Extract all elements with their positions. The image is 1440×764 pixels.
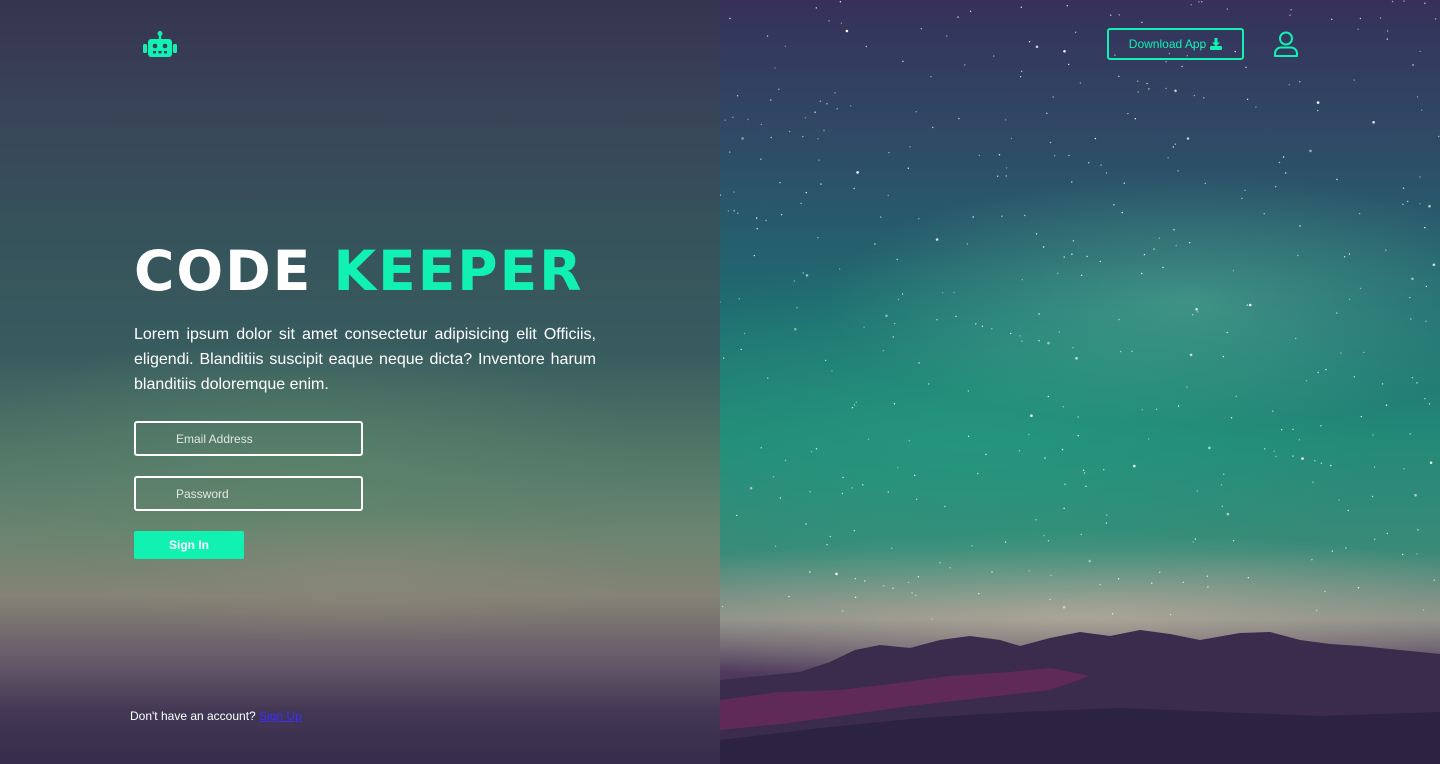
signup-prompt-text: Don't have an account? [130, 709, 256, 723]
hero-title: CODE KEEPER [134, 236, 584, 306]
starry-sky-background [720, 0, 1440, 764]
signup-prompt: Don't have an account? Sign Up [130, 709, 302, 723]
hero-title-part1: CODE [134, 239, 313, 303]
sign-in-button[interactable]: Sign In [134, 531, 244, 559]
download-app-label: Download App [1128, 37, 1207, 51]
header-actions: Download App [1107, 28, 1300, 60]
hero-description: Lorem ipsum dolor sit amet consectetur a… [134, 326, 596, 393]
download-icon [1210, 38, 1223, 50]
stars [720, 0, 1440, 620]
robot-icon[interactable] [142, 30, 178, 62]
email-field[interactable] [134, 421, 363, 456]
hero-title-part2: KEEPER [333, 239, 584, 303]
login-page: Download App CODE KEEPER Lorem ipsum dol… [0, 0, 1440, 764]
starry-sky-image [720, 0, 1440, 764]
password-field[interactable] [134, 476, 363, 511]
user-icon[interactable] [1272, 30, 1300, 58]
sign-up-link[interactable]: Sign Up [259, 709, 302, 723]
download-app-button[interactable]: Download App [1107, 28, 1244, 60]
